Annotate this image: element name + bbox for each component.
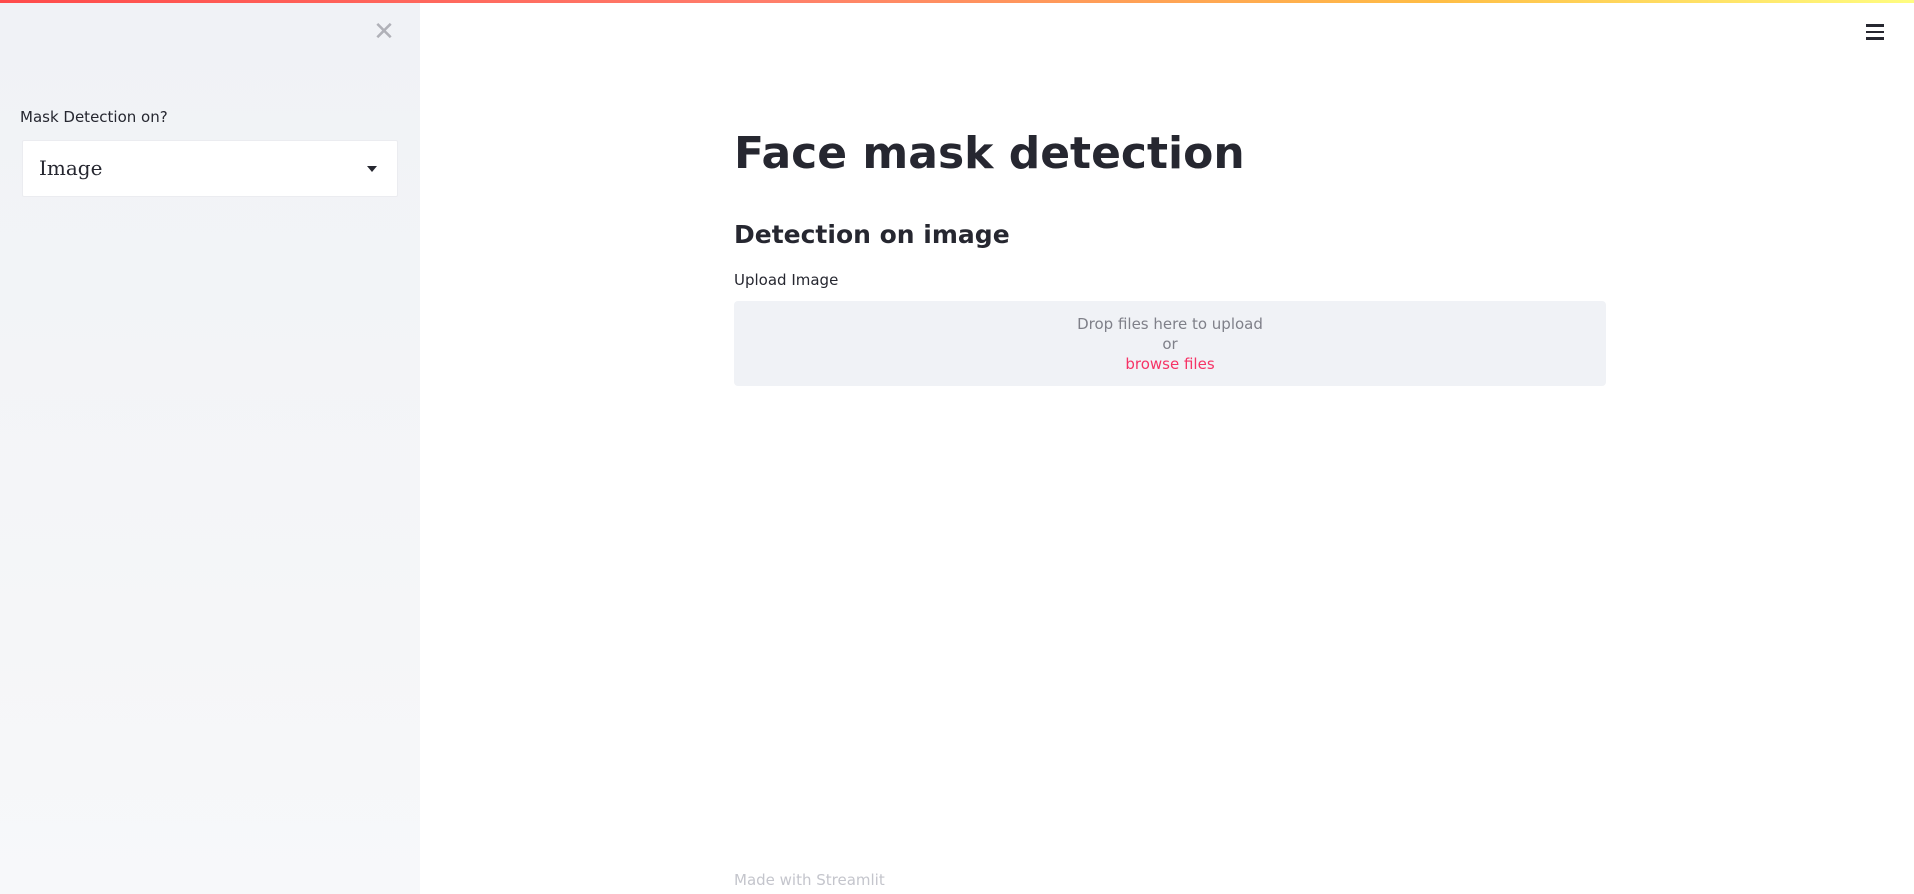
drop-instructions: Drop files here to upload [1077,315,1263,333]
file-dropzone[interactable]: Drop files here to upload or browse file… [734,301,1606,386]
close-icon[interactable]: ✕ [372,19,396,45]
or-separator: or [1162,335,1178,353]
page-title: Face mask detection [734,128,1245,179]
detection-mode-select[interactable]: Image [22,140,398,197]
caret-down-icon [367,166,377,172]
section-heading: Detection on image [734,220,1010,249]
main-content: Face mask detection Detection on image U… [734,0,1608,894]
hamburger-line [1866,37,1884,40]
sidebar: ✕ Mask Detection on? Image [0,0,420,894]
select-value: Image [39,156,103,180]
select-label: Mask Detection on? [20,108,168,126]
hamburger-line [1866,30,1884,33]
hamburger-menu-icon[interactable] [1864,22,1886,40]
uploader-label: Upload Image [734,271,839,289]
browse-files-link[interactable]: browse files [1125,355,1214,373]
hamburger-line [1866,24,1884,27]
footer-made-with-streamlit[interactable]: Made with Streamlit [734,871,885,889]
top-decoration-bar [0,0,1914,3]
